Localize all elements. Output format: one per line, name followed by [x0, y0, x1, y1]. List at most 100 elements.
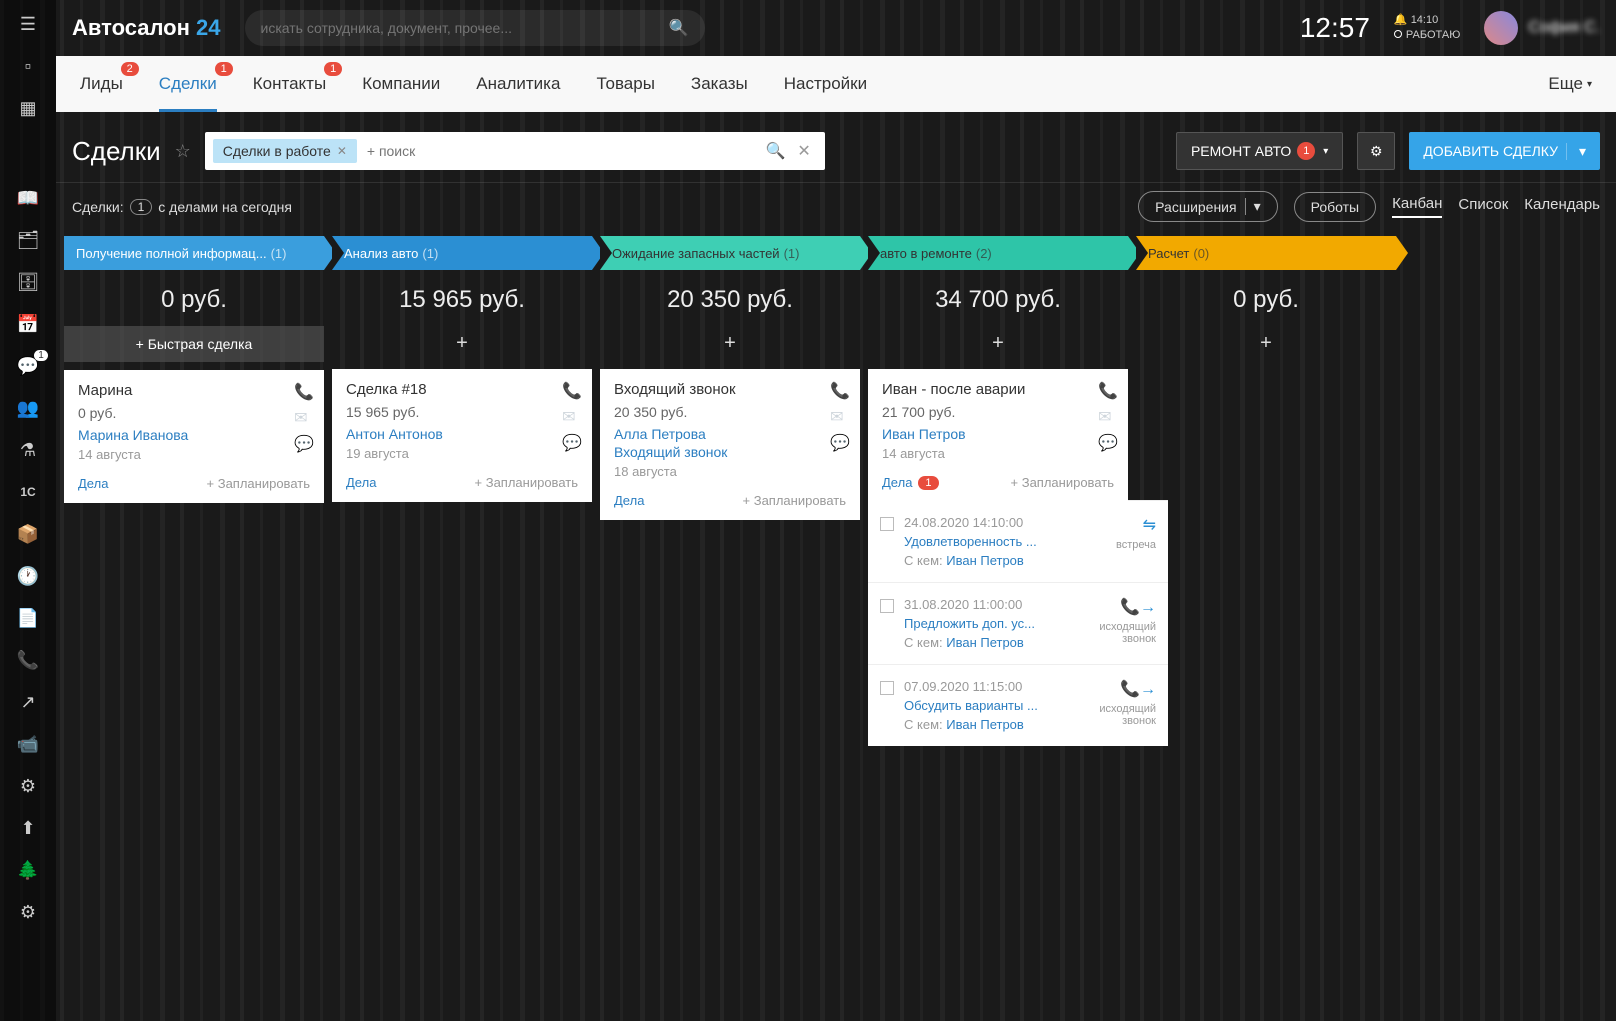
1c-icon[interactable]: 1C: [16, 480, 40, 504]
card-icon[interactable]: 🗂: [16, 228, 40, 252]
card-contact-2[interactable]: Входящий звонок: [614, 444, 846, 460]
column-header[interactable]: авто в ремонте(2): [868, 236, 1128, 270]
add-plus-icon[interactable]: ▾: [1566, 143, 1586, 160]
chip-close-icon[interactable]: ✕: [337, 144, 347, 158]
card-tasks-link[interactable]: Дела: [614, 493, 644, 508]
card-plan-link[interactable]: + Запланировать: [743, 493, 846, 508]
phone-icon[interactable]: 📞: [830, 381, 850, 401]
users-icon[interactable]: 👥: [16, 396, 40, 420]
mail-icon[interactable]: ✉: [294, 408, 314, 428]
task-row[interactable]: 31.08.2020 11:00:00 Предложить доп. ус..…: [868, 582, 1168, 664]
avatar[interactable]: [1484, 11, 1518, 45]
filter-input[interactable]: [357, 143, 760, 159]
global-search[interactable]: 🔍: [245, 10, 705, 46]
menu-icon[interactable]: ☰: [16, 12, 40, 36]
deal-card[interactable]: 📞 ✉ 💬 Входящий звонок 20 350 руб. Алла П…: [600, 369, 860, 520]
filter-chip[interactable]: Сделки в работе✕: [213, 139, 357, 163]
settings-side-icon[interactable]: ⚙: [16, 900, 40, 924]
task-checkbox[interactable]: [880, 599, 894, 613]
card-plan-link[interactable]: + Запланировать: [1011, 475, 1114, 490]
task-title[interactable]: Предложить доп. ус...: [904, 616, 1086, 631]
clock-icon[interactable]: 🕐: [16, 564, 40, 588]
column-add-button[interactable]: +: [600, 326, 860, 361]
mail-icon[interactable]: ✉: [562, 407, 582, 427]
share-icon[interactable]: ↗: [16, 690, 40, 714]
column-header[interactable]: Ожидание запасных частей(1): [600, 236, 860, 270]
status-text[interactable]: РАБОТАЮ: [1406, 29, 1460, 41]
tab-goods[interactable]: Товары: [596, 56, 654, 112]
task-contact[interactable]: Иван Петров: [946, 635, 1024, 650]
task-checkbox[interactable]: [880, 681, 894, 695]
filter-clear-icon[interactable]: ✕: [791, 141, 816, 161]
box-icon[interactable]: 📦: [16, 522, 40, 546]
drive-icon[interactable]: 🗄: [16, 270, 40, 294]
mail-icon[interactable]: ✉: [830, 407, 850, 427]
tab-settings[interactable]: Настройки: [784, 56, 867, 112]
phone-icon[interactable]: 📞: [1098, 381, 1118, 401]
quick-deal-button[interactable]: + Быстрая сделка: [64, 326, 324, 362]
video-icon[interactable]: 📹: [16, 732, 40, 756]
user-block[interactable]: София С.: [1484, 11, 1600, 45]
tab-more[interactable]: Еще▾: [1548, 56, 1592, 112]
robots-button[interactable]: Роботы: [1294, 192, 1376, 222]
phone-side-icon[interactable]: 📞: [16, 648, 40, 672]
funnel-button[interactable]: РЕМОНТ АВТО1 ▾: [1176, 132, 1343, 170]
chat-icon[interactable]: 💬1: [16, 354, 40, 378]
doc-icon[interactable]: 📄: [16, 606, 40, 630]
gear-button[interactable]: ⚙: [1357, 132, 1395, 170]
tab-analytics[interactable]: Аналитика: [476, 56, 560, 112]
chat-card-icon[interactable]: 💬: [830, 433, 850, 453]
flask-icon[interactable]: ⚗: [16, 438, 40, 462]
mail-icon[interactable]: ✉: [1098, 407, 1118, 427]
card-plan-link[interactable]: + Запланировать: [475, 475, 578, 490]
chat-card-icon[interactable]: 💬: [1098, 433, 1118, 453]
tab-companies[interactable]: Компании: [362, 56, 440, 112]
card-contact[interactable]: Марина Иванова: [78, 427, 310, 443]
tree-icon[interactable]: 🌲: [16, 858, 40, 882]
column-header[interactable]: Получение полной информац...(1): [64, 236, 324, 270]
card-plan-link[interactable]: + Запланировать: [207, 476, 310, 491]
view-kanban[interactable]: Канбан: [1392, 195, 1442, 218]
card-tasks-link[interactable]: Дела1: [882, 475, 939, 490]
tab-deals[interactable]: Сделки1: [159, 56, 217, 112]
column-add-button[interactable]: +: [1136, 326, 1396, 361]
star-icon[interactable]: ☆: [175, 141, 191, 162]
task-row[interactable]: 24.08.2020 14:10:00 Удовлетворенность ..…: [868, 500, 1168, 582]
deal-card[interactable]: 📞 ✉ 💬 Сделка #18 15 965 руб. Антон Антон…: [332, 369, 592, 502]
deal-card[interactable]: 📞 ✉ 💬 Иван - после аварии 21 700 руб. Ив…: [868, 369, 1128, 502]
task-row[interactable]: 07.09.2020 11:15:00 Обсудить варианты ..…: [868, 664, 1168, 746]
calendar-icon[interactable]: 📅: [16, 312, 40, 336]
card-contact[interactable]: Антон Антонов: [346, 426, 578, 442]
card-tasks-link[interactable]: Дела: [78, 476, 108, 491]
sliders-icon[interactable]: ⚙: [16, 774, 40, 798]
task-title[interactable]: Удовлетворенность ...: [904, 534, 1086, 549]
deal-card[interactable]: 📞 ✉ 💬 Марина 0 руб. Марина Иванова 14 ав…: [64, 370, 324, 503]
sidebar-icon[interactable]: ▫: [16, 54, 40, 78]
phone-icon[interactable]: 📞: [294, 382, 314, 402]
column-header[interactable]: Анализ авто(1): [332, 236, 592, 270]
chat-card-icon[interactable]: 💬: [562, 433, 582, 453]
task-title[interactable]: Обсудить варианты ...: [904, 698, 1086, 713]
card-tasks-link[interactable]: Дела: [346, 475, 376, 490]
column-add-button[interactable]: +: [868, 326, 1128, 361]
filter-box[interactable]: Сделки в работе✕ 🔍 ✕: [205, 132, 825, 170]
search-input[interactable]: [261, 20, 669, 36]
bell-icon[interactable]: 🔔: [1394, 14, 1408, 26]
extensions-button[interactable]: Расширения ▾: [1138, 191, 1277, 222]
view-list[interactable]: Список: [1458, 196, 1508, 217]
card-contact[interactable]: Иван Петров: [882, 426, 1114, 442]
column-add-button[interactable]: +: [332, 326, 592, 361]
deals-today[interactable]: Сделки: 1 с делами на сегодня: [72, 199, 292, 215]
phone-icon[interactable]: 📞: [562, 381, 582, 401]
search-icon[interactable]: 🔍: [669, 18, 689, 38]
card-contact[interactable]: Алла Петрова: [614, 426, 846, 442]
column-header[interactable]: Расчет(0): [1136, 236, 1396, 270]
add-deal-button[interactable]: ДОБАВИТЬ СДЕЛКУ▾: [1409, 132, 1600, 170]
book-icon[interactable]: 📖: [16, 186, 40, 210]
tab-leads[interactable]: Лиды2: [80, 56, 123, 112]
view-calendar[interactable]: Календарь: [1524, 196, 1600, 217]
task-checkbox[interactable]: [880, 517, 894, 531]
up-icon[interactable]: ⬆: [16, 816, 40, 840]
tab-contacts[interactable]: Контакты1: [253, 56, 326, 112]
chat-card-icon[interactable]: 💬: [294, 434, 314, 454]
